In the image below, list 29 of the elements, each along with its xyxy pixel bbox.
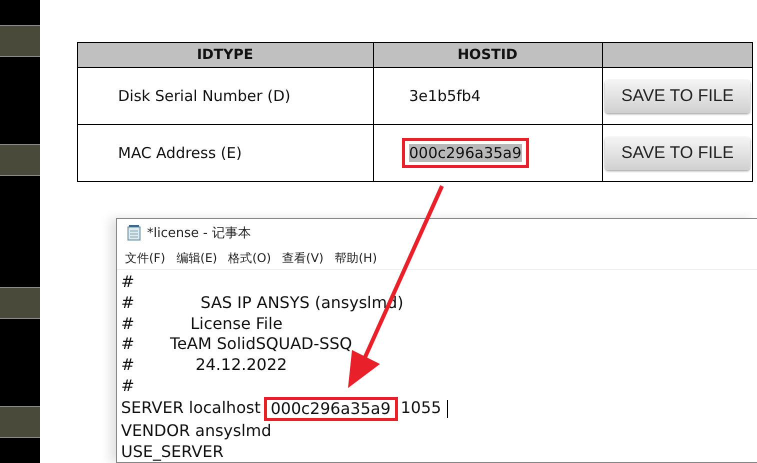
- sidebar-band: [0, 287, 40, 319]
- text-line: # TeAM SolidSQUAD-SSQ: [121, 334, 352, 356]
- text-line: # License File: [121, 314, 283, 334]
- save-button[interactable]: SAVE TO FILE: [605, 136, 750, 170]
- sidebar-band: [0, 144, 40, 176]
- table-cell: 3e1b5fb4: [409, 87, 481, 105]
- save-button[interactable]: SAVE TO FILE: [605, 80, 750, 112]
- menu-item[interactable]: 格式(O): [228, 250, 272, 266]
- column-header: HOSTID: [457, 47, 518, 63]
- text-line: #: [121, 376, 134, 397]
- menu-item[interactable]: 查看(V): [282, 250, 324, 266]
- text-line: #: [121, 272, 134, 293]
- menu-item[interactable]: 帮助(H): [334, 250, 377, 266]
- menu-item[interactable]: 文件(F): [125, 250, 166, 266]
- notepad-icon: [127, 225, 141, 241]
- text-line: 1055: [400, 398, 442, 420]
- table-cell: Disk Serial Number (D): [118, 87, 290, 105]
- text-line: SERVER localhost: [121, 398, 261, 420]
- column-header: IDTYPE: [196, 47, 254, 63]
- table-cell: 000c296a35a9: [409, 144, 522, 162]
- menu-item[interactable]: 编辑(E): [176, 250, 218, 266]
- sidebar-band: [0, 406, 40, 438]
- text-line: VENDOR ansyslmd: [121, 420, 272, 442]
- window-title: *license - 记事本: [147, 225, 251, 242]
- highlight-box: 000c296a35a9: [264, 396, 398, 421]
- table-cell: MAC Address (E): [118, 144, 242, 162]
- text-line: # 24.12.2022: [121, 355, 288, 376]
- sidebar-band: [0, 25, 40, 57]
- text-line: USE_SERVER: [121, 442, 224, 462]
